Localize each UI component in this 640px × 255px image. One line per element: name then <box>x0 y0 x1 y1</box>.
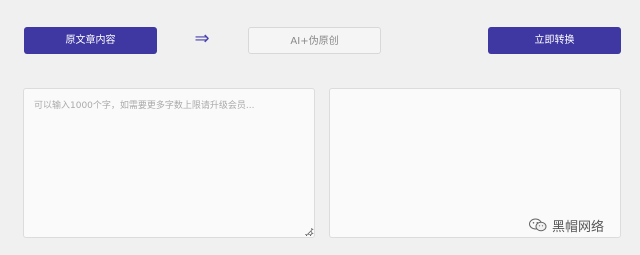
double-right-arrow-icon: ⇒ <box>194 28 210 49</box>
watermark: 黑帽网络 <box>529 216 605 235</box>
ai-rewrite-mode-button[interactable]: AI+伪原创 <box>248 27 381 54</box>
watermark-text: 黑帽网络 <box>552 219 605 235</box>
input-textarea[interactable] <box>24 89 314 237</box>
source-content-button[interactable]: 原文章内容 <box>24 27 157 54</box>
convert-now-button[interactable]: 立即转换 <box>488 27 621 54</box>
wechat-icon <box>529 218 547 232</box>
input-panel <box>23 88 315 238</box>
